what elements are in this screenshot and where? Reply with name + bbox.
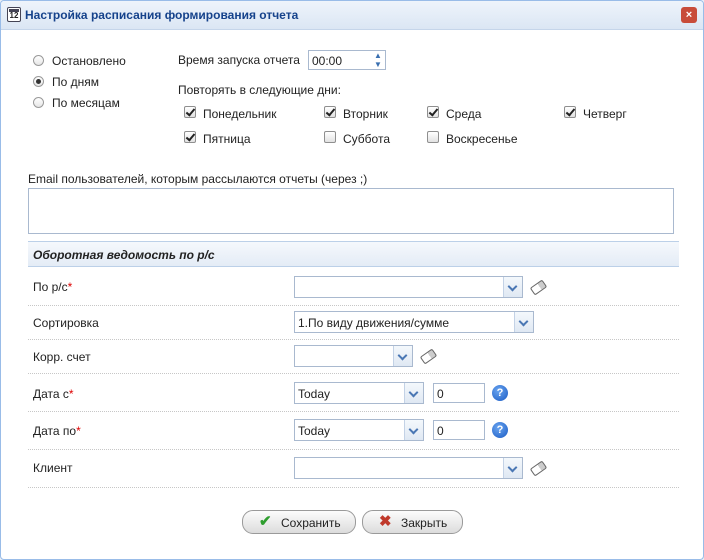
email-label: Email пользователей, которым рассылаются…	[28, 172, 368, 186]
chevron-down-icon[interactable]	[503, 277, 522, 297]
checkbox-monday[interactable]	[184, 106, 196, 118]
checkbox-friday-label: Пятница	[203, 132, 251, 146]
section-header: Оборотная ведомость по р/с	[28, 241, 679, 267]
checkbox-saturday-label: Суббота	[343, 132, 390, 146]
eraser-icon[interactable]	[529, 279, 548, 296]
chevron-down-icon[interactable]	[393, 346, 412, 366]
row-divider	[28, 487, 679, 488]
corr-account-combo[interactable]	[294, 345, 413, 367]
row-divider	[28, 449, 679, 450]
chevron-down-icon[interactable]	[503, 458, 522, 478]
radio-monthly[interactable]	[33, 97, 44, 108]
checkbox-sunday[interactable]	[427, 131, 439, 143]
date-from-offset-field[interactable]: 0	[433, 383, 485, 403]
help-icon[interactable]: ?	[492, 422, 508, 438]
client-combo[interactable]	[294, 457, 523, 479]
radio-stopped-label: Остановлено	[52, 54, 126, 68]
close-button[interactable]: ✖ Закрыть	[362, 510, 463, 534]
radio-monthly-label: По месяцам	[52, 96, 120, 110]
date-to-label: Дата по*	[33, 424, 81, 438]
section-title: Оборотная ведомость по р/с	[33, 248, 215, 262]
checkbox-sunday-label: Воскресенье	[446, 132, 518, 146]
sort-label: Сортировка	[33, 316, 99, 330]
window-title: Настройка расписания формирования отчета	[25, 8, 299, 22]
start-time-field[interactable]: 00:00 ▲ ▼	[308, 50, 386, 70]
eraser-icon[interactable]	[419, 348, 438, 365]
sort-combo[interactable]: 1.По виду движения/сумме	[294, 311, 534, 333]
calendar-icon: 12	[7, 7, 21, 22]
required-mark: *	[67, 280, 73, 294]
close-window-button[interactable]: ×	[681, 7, 697, 23]
corr-account-label: Корр. счет	[33, 350, 91, 364]
row-divider	[28, 373, 679, 374]
date-to-offset-value: 0	[437, 424, 444, 438]
checkbox-wednesday[interactable]	[427, 106, 439, 118]
radio-daily[interactable]	[33, 76, 44, 87]
checkbox-friday[interactable]	[184, 131, 196, 143]
sort-value: 1.По виду движения/сумме	[298, 316, 450, 330]
window-titlebar: 12 Настройка расписания формирования отч…	[1, 1, 703, 30]
date-from-value: Today	[298, 387, 331, 401]
checkbox-tuesday-label: Вторник	[343, 107, 388, 121]
date-from-label: Дата с*	[33, 387, 74, 401]
close-button-label: Закрыть	[401, 516, 448, 530]
account-label: По р/с*	[33, 280, 73, 294]
email-textarea[interactable]	[28, 188, 674, 234]
row-divider	[28, 339, 679, 340]
radio-daily-label: По дням	[52, 75, 100, 89]
chevron-down-icon[interactable]	[404, 420, 423, 440]
date-from-offset-value: 0	[437, 387, 444, 401]
checkbox-thursday[interactable]	[564, 106, 576, 118]
client-label: Клиент	[33, 461, 73, 475]
checkbox-monday-label: Понедельник	[203, 107, 277, 121]
row-divider	[28, 411, 679, 412]
start-time-label: Время запуска отчета	[178, 53, 300, 67]
save-button[interactable]: ✔ Сохранить	[242, 510, 356, 534]
report-schedule-window: 12 Настройка расписания формирования отч…	[0, 0, 704, 560]
chevron-down-icon[interactable]	[514, 312, 533, 332]
checkbox-saturday[interactable]	[324, 131, 336, 143]
save-button-label: Сохранить	[281, 516, 341, 530]
date-to-offset-field[interactable]: 0	[433, 420, 485, 440]
row-divider	[28, 305, 679, 306]
radio-stopped[interactable]	[33, 55, 44, 66]
eraser-icon[interactable]	[529, 460, 548, 477]
date-from-combo[interactable]: Today	[294, 382, 424, 404]
date-to-value: Today	[298, 424, 331, 438]
checkbox-tuesday[interactable]	[324, 106, 336, 118]
account-combo[interactable]	[294, 276, 523, 298]
start-time-value: 00:00	[312, 54, 343, 68]
required-mark: *	[68, 387, 74, 401]
spin-up-icon[interactable]: ▲	[372, 52, 384, 60]
checkbox-wednesday-label: Среда	[446, 107, 482, 121]
spin-down-icon[interactable]: ▼	[372, 61, 384, 69]
chevron-down-icon[interactable]	[404, 383, 423, 403]
required-mark: *	[76, 424, 81, 438]
cross-icon: ✖	[379, 513, 392, 530]
repeat-days-label: Повторять в следующие дни:	[178, 83, 341, 97]
checkmark-icon: ✔	[259, 513, 272, 530]
date-to-combo[interactable]: Today	[294, 419, 424, 441]
checkbox-thursday-label: Четверг	[583, 107, 627, 121]
help-icon[interactable]: ?	[492, 385, 508, 401]
